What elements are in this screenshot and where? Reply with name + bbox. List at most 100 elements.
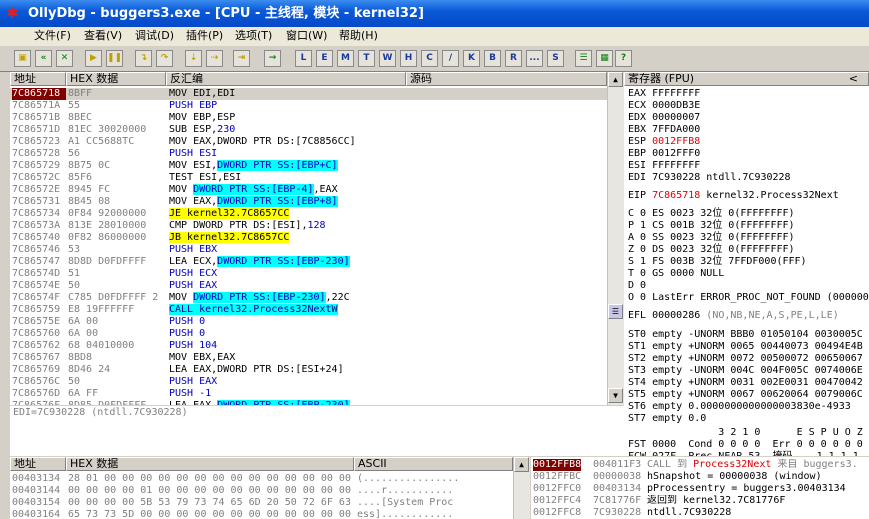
dump-hex[interactable]: 00 00 00 00 5B 53 79 73 74 65 6D 20 50 7… [68, 497, 353, 509]
register-value[interactable]: FFFFFFFF [652, 88, 700, 99]
fpu-line[interactable]: ST0 empty -UNORM BBB0 01050104 0030005C [628, 329, 863, 341]
stack-row[interactable]: 0012FFC4 7C81776F 返回到 kernel32.7C81776F [531, 495, 869, 507]
disasm-instruction[interactable]: JB kernel32.7C8657CC [169, 232, 405, 244]
trace-over-icon[interactable]: ⇢ [206, 50, 223, 67]
stack-comment[interactable]: 返回到 kernel32.7C81776F [647, 495, 869, 507]
disasm-row[interactable]: 7C86571D 81EC 30020000 SUB ESP,230 [10, 124, 607, 136]
disasm-hex[interactable]: 55 [68, 100, 166, 112]
disasm-hex[interactable]: 8945 FC [68, 184, 166, 196]
disasm-instruction[interactable]: MOV EAX,DWORD PTR SS:[EBP+8] [169, 196, 405, 208]
stack-address[interactable]: 0012FFC0 [533, 483, 581, 495]
disasm-row[interactable]: 7C86576D 6A FF PUSH -1 [10, 388, 607, 400]
stack-comment[interactable]: ntdll.7C930228 [647, 507, 869, 519]
toolbar-button-w[interactable]: W [379, 50, 396, 67]
disasm-address[interactable]: 7C865746 [12, 244, 66, 256]
register-value[interactable]: 0012FFB8 [652, 136, 700, 147]
goto-icon[interactable]: → [264, 50, 281, 67]
dump-row[interactable]: 00403164 65 73 73 5D 00 00 00 00 00 00 00… [10, 509, 513, 519]
disasm-row[interactable]: 7C865723 A1 CC5688TC MOV EAX,DWORD PTR DS:… [10, 136, 607, 148]
disasm-address[interactable]: 7C865729 [12, 160, 66, 172]
disasm-address[interactable]: 7C86574E [12, 280, 66, 292]
open-icon[interactable]: ▣ [14, 50, 31, 67]
disasm-address[interactable]: 7C86571D [12, 124, 66, 136]
disasm-hex[interactable]: A1 CC5688TC [68, 136, 166, 148]
disasm-address[interactable]: 7C865731 [12, 196, 66, 208]
toolbar-button-c[interactable]: C [421, 50, 438, 67]
help-icon[interactable]: ? [615, 50, 632, 67]
dump-hex[interactable]: 65 73 73 5D 00 00 00 00 00 00 00 00 00 0… [68, 509, 353, 519]
stack-row[interactable]: 0012FFC0 00403134 pProcessentry = buggers3… [531, 483, 869, 495]
stack-value[interactable]: 7C81776F [593, 495, 641, 507]
dump-header-hex[interactable]: HEX 数据 [66, 457, 354, 471]
disasm-scrollbar[interactable]: ▲ ☰ ▼ [607, 72, 624, 405]
stack-address[interactable]: 0012FFC8 [533, 507, 581, 519]
dump-ascii[interactable]: (................ [357, 473, 459, 485]
flag-segment-line[interactable]: A 0 SS 0023 32位 0(FFFFFFFF) [628, 232, 795, 244]
disasm-address[interactable]: 7C865734 [12, 208, 66, 220]
disasm-address[interactable]: 7C86574F [12, 292, 66, 304]
disasm-instruction[interactable]: PUSH EBP [169, 100, 405, 112]
disasm-instruction[interactable]: MOV EAX,DWORD PTR DS:[7C8856CC] [169, 136, 405, 148]
fpu-line[interactable]: ST4 empty +UNORM 0031 002E0031 00470042 [628, 377, 863, 389]
disasm-address[interactable]: 7C865760 [12, 328, 66, 340]
execute-till-return-icon[interactable]: ⇥ [233, 50, 250, 67]
register-value[interactable]: 7C930228 ntdll.7C930228 [652, 172, 790, 183]
toolbar-button-slash[interactable]: / [442, 50, 459, 67]
disasm-address[interactable]: 7C865767 [12, 352, 66, 364]
run-icon[interactable]: ▶ [85, 50, 102, 67]
disasm-row[interactable]: 7C86572E 8945 FC MOV DWORD PTR SS:[EBP-4],… [10, 184, 607, 196]
flag-segment-line[interactable]: O 0 LastErr ERROR_PROC_NOT_FOUND (000000 [628, 292, 869, 304]
stack-address[interactable]: 0012FFC4 [533, 495, 581, 507]
disasm-address[interactable]: 7C865718 [12, 88, 66, 100]
disasm-row[interactable]: 7C86572C 85F6 TEST ESI,ESI [10, 172, 607, 184]
toolbar-button-t[interactable]: T [358, 50, 375, 67]
menu-file[interactable]: 文件(F) [34, 29, 71, 43]
registers-pane[interactable]: 寄存器 (FPU) < EAX FFFFFFFF ECX 0000DB3E EDX … [624, 72, 869, 456]
disasm-row[interactable]: 7C86571B 8BEC MOV EBP,ESP [10, 112, 607, 124]
col-header-hex[interactable]: HEX 数据 [66, 72, 166, 86]
disasm-hex[interactable]: 85F6 [68, 172, 166, 184]
menu-window[interactable]: 窗口(W) [286, 29, 327, 43]
disasm-row[interactable]: 7C865731 8B45 08 MOV EAX,DWORD PTR SS:[EBP… [10, 196, 607, 208]
disasm-hex[interactable]: 81EC 30020000 [68, 124, 166, 136]
toolbar-button-dots[interactable]: ... [526, 50, 543, 67]
disasm-row[interactable]: 7C865769 8D46 24 LEA EAX,DWORD PTR DS:[ESI… [10, 364, 607, 376]
stack-row[interactable]: 0012FFBC 00000038 hSnapshot = 00000038 (wi… [531, 471, 869, 483]
disasm-row[interactable]: 7C865759 E8 19FFFFFF CALL kernel32.Process… [10, 304, 607, 316]
dump-address[interactable]: 00403164 [12, 509, 60, 519]
disasm-instruction[interactable]: MOV EBX,EAX [169, 352, 405, 364]
disasm-hex[interactable]: 8D85 D0FDFFFF [68, 400, 166, 405]
disasm-row[interactable]: 7C86574D 51 PUSH ECX [10, 268, 607, 280]
toolbar-button-r[interactable]: R [505, 50, 522, 67]
stack-value[interactable]: 004011F3 [593, 459, 641, 471]
dump-address[interactable]: 00403134 [12, 473, 60, 485]
disasm-address[interactable]: 7C86571A [12, 100, 66, 112]
disasm-address[interactable]: 7C865728 [12, 148, 66, 160]
scroll-down-icon[interactable]: ▼ [608, 388, 623, 403]
dump-ascii[interactable]: ess]............ [357, 509, 453, 519]
step-into-icon[interactable]: ↴ [135, 50, 152, 67]
col-header-comment[interactable]: 源码 [406, 72, 607, 86]
menu-debug[interactable]: 调试(D) [135, 29, 174, 43]
grid-icon[interactable]: ▦ [596, 50, 613, 67]
stack-value[interactable]: 00000038 [593, 471, 641, 483]
toolbar-button-e[interactable]: E [316, 50, 333, 67]
dump-row[interactable]: 00403144 00 00 00 00 01 00 00 00 00 00 00… [10, 485, 513, 497]
disasm-hex[interactable]: 68 04010000 [68, 340, 166, 352]
disasm-row[interactable]: 7C865746 53 PUSH EBX [10, 244, 607, 256]
scroll-thumb[interactable]: ☰ [608, 304, 623, 319]
flag-segment-line[interactable]: C 0 ES 0023 32位 0(FFFFFFFF) [628, 208, 795, 220]
dump-header-address[interactable]: 地址 [10, 457, 66, 471]
stack-address[interactable]: 0012FFB8 [533, 459, 582, 471]
step-over-icon[interactable]: ↷ [156, 50, 173, 67]
disasm-row[interactable]: 7C865747 8D8D D0FDFFFF LEA ECX,DWORD PTR S… [10, 256, 607, 268]
fpu-line[interactable]: ST3 empty -UNORM 004C 004F005C 0074006E [628, 365, 863, 377]
register-line[interactable]: EBX 7FFDA000 [628, 124, 700, 136]
disasm-row[interactable]: 7C865734 0F84 92000000 JE kernel32.7C8657C… [10, 208, 607, 220]
disasm-hex[interactable]: 8B75 0C [68, 160, 166, 172]
disasm-instruction[interactable]: LEA EAX,DWORD PTR SS:[EBP-230] [169, 400, 405, 405]
disasm-instruction[interactable]: LEA ECX,DWORD PTR SS:[EBP-230] [169, 256, 405, 268]
disasm-hex[interactable]: 8BD8 [68, 352, 166, 364]
col-header-address[interactable]: 地址 [10, 72, 66, 86]
disasm-address[interactable]: 7C86572C [12, 172, 66, 184]
